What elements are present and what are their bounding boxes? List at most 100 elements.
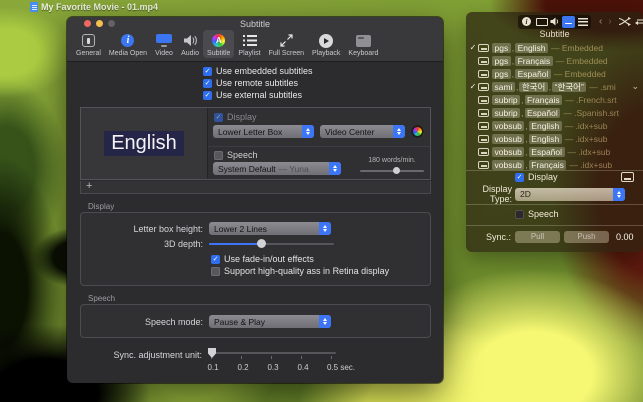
toolbar-item-video[interactable]: Video	[151, 30, 177, 58]
speech-mode-dropdown[interactable]: Pause & Play	[209, 315, 331, 328]
video-tab[interactable]	[534, 16, 547, 28]
subtitle-track-list: ✓ pgs English — Embedded pgs Français — …	[466, 41, 643, 171]
letterbox-height-dropdown[interactable]: Lower 2 Lines	[209, 222, 331, 235]
checkbox-unchecked-icon	[515, 210, 524, 219]
track-row-selected[interactable]: ✓ sami 한국어 “한국어” — .smi	[466, 80, 643, 93]
track-row[interactable]: pgs Français — Embedded	[466, 54, 643, 67]
window-title: Subtitle	[67, 19, 443, 29]
sync-adjustment-slider[interactable]	[208, 348, 336, 360]
letterbox-position-dropdown[interactable]: Lower Letter Box	[213, 125, 314, 138]
playback-icon	[319, 32, 333, 49]
display-type-dropdown[interactable]: 2D	[515, 188, 625, 201]
stepper-icon	[393, 125, 405, 138]
divider	[466, 170, 643, 171]
subtitle-icon	[212, 32, 225, 49]
display-type-label: Display Type:	[466, 184, 515, 204]
hud-speech-checkbox[interactable]: Speech	[515, 209, 559, 219]
depth-slider[interactable]	[209, 239, 334, 248]
toolbar-item-full-screen[interactable]: Full Screen	[265, 30, 308, 58]
track-checkmark: ✓	[468, 43, 478, 52]
display-group: Letter box height: Lower 2 Lines 3D dept…	[80, 212, 431, 286]
hud-display-checkbox[interactable]: Display	[515, 172, 558, 182]
subtitle-icon	[563, 18, 574, 26]
video-icon	[156, 32, 172, 49]
slider-thumb[interactable]	[208, 348, 216, 358]
voice-dropdown[interactable]: System Default— Yuna	[213, 162, 341, 175]
track-row[interactable]: pgs Español — Embedded	[466, 67, 643, 80]
toolbar-item-playlist[interactable]: Playlist	[234, 30, 264, 58]
chevron-down-icon[interactable]	[631, 81, 639, 92]
hud-panel-title: Subtitle	[466, 29, 643, 39]
subtitle-style-row[interactable]: English Display Lower Letter Box Video C…	[80, 107, 431, 180]
previous-icon[interactable]: ‹	[599, 17, 602, 27]
anchor-position-dropdown[interactable]: Video Center	[320, 125, 405, 138]
track-row[interactable]: vobsub English — .idx+sub	[466, 132, 643, 145]
audio-icon	[183, 32, 198, 49]
speech-group: Speech mode: Pause & Play	[80, 304, 431, 338]
subtitle-track-icon	[478, 122, 489, 130]
checkbox-checked-icon	[203, 79, 212, 88]
stepper-icon	[319, 315, 331, 328]
subtitle-track-icon	[478, 161, 489, 169]
audio-tab[interactable]	[548, 16, 561, 28]
slider-thumb[interactable]	[257, 239, 266, 248]
sync-adjustment-label: Sync. adjustment unit:	[80, 350, 208, 360]
info-tab[interactable]: i	[520, 16, 533, 28]
checkbox-checked-icon	[203, 67, 212, 76]
track-row[interactable]: subrip Español — .Spanish.srt	[466, 106, 643, 119]
speech-group-label: Speech	[88, 294, 115, 303]
display-icon	[536, 18, 546, 26]
window-titlebar[interactable]: Subtitle	[67, 17, 443, 29]
shuffle-icon[interactable]	[619, 17, 631, 26]
sync-label: Sync.:	[466, 232, 511, 242]
display-checkbox[interactable]	[214, 113, 223, 122]
letterbox-height-label: Letter box height:	[81, 224, 209, 234]
preferences-toolbar: General i Media Open Video Audio Subtitl…	[67, 29, 443, 62]
checkbox-checked-icon	[515, 173, 524, 182]
playlist-tab[interactable]	[576, 16, 589, 28]
keyboard-icon	[356, 32, 371, 49]
toolbar-item-keyboard[interactable]: Keyboard	[344, 30, 382, 58]
sync-push-button[interactable]: Push	[564, 231, 609, 243]
repeat-icon[interactable]	[635, 17, 643, 26]
speech-rate-control: 180 words/min.	[360, 157, 424, 175]
general-icon	[82, 32, 95, 49]
list-icon	[578, 18, 588, 26]
toolbar-item-subtitle[interactable]: Subtitle	[203, 30, 234, 58]
track-row[interactable]: subrip Français — .French.srt	[466, 93, 643, 106]
use-remote-subtitles-checkbox[interactable]: Use remote subtitles	[203, 77, 313, 89]
subtitle-track-icon	[478, 44, 489, 52]
retina-ass-checkbox[interactable]: Support high-quality ass in Retina displ…	[211, 265, 430, 277]
depth-label: 3D depth:	[81, 239, 209, 249]
preferences-window: Subtitle General i Media Open Video Audi…	[67, 17, 443, 383]
toolbar-item-playback[interactable]: Playback	[308, 30, 344, 58]
info-icon: i	[522, 17, 531, 26]
slider-thumb[interactable]	[393, 167, 400, 174]
toolbar-item-general[interactable]: General	[72, 30, 105, 58]
stepper-icon	[319, 222, 331, 235]
movie-window-title: My Favorite Movie - 01.mp4	[30, 1, 158, 13]
subtitle-style-controls: Display Lower Letter Box Video Center	[208, 108, 430, 179]
subtitle-tab-selected[interactable]	[562, 16, 575, 28]
speech-rate-slider[interactable]	[360, 167, 424, 175]
track-row[interactable]: vobsub Español — .idx+sub	[466, 145, 643, 158]
speech-checkbox[interactable]	[214, 151, 223, 160]
track-row[interactable]: ✓ pgs English — Embedded	[466, 41, 643, 54]
hud-tab-bar: i	[518, 15, 591, 29]
desktop-background: My Favorite Movie - 01.mp4 Subtitle Gene…	[0, 0, 643, 402]
add-style-bar: +	[80, 181, 431, 194]
speaker-icon	[550, 17, 560, 26]
display-type-row: Display Type: 2D	[466, 187, 643, 201]
next-icon[interactable]: ›	[608, 17, 611, 27]
sync-pull-button[interactable]: Pull	[515, 231, 560, 243]
use-external-subtitles-checkbox[interactable]: Use external subtitles	[203, 89, 313, 101]
color-wheel-icon[interactable]	[411, 125, 424, 138]
toolbar-item-media-open[interactable]: i Media Open	[105, 30, 151, 58]
fade-effects-checkbox[interactable]: Use fade-in/out effects	[211, 253, 430, 265]
use-embedded-subtitles-checkbox[interactable]: Use embedded subtitles	[203, 65, 313, 77]
track-row[interactable]: vobsub English — .idx+sub	[466, 119, 643, 132]
speech-rate-label: 180 words/min.	[360, 157, 424, 164]
subtitle-preview: English	[81, 108, 208, 179]
toolbar-item-audio[interactable]: Audio	[177, 30, 203, 58]
add-style-button[interactable]: +	[86, 181, 92, 192]
